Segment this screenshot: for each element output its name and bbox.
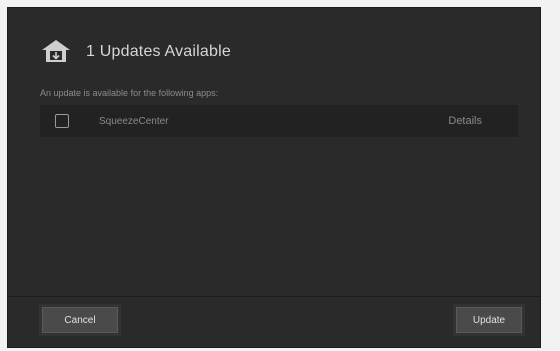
app-row: SqueezeCenter Details (40, 105, 518, 137)
update-button[interactable]: Update (456, 307, 522, 333)
app-name: SqueezeCenter (99, 115, 169, 127)
house-download-icon (40, 38, 72, 66)
dialog-title: 1 Updates Available (86, 43, 231, 60)
cancel-button[interactable]: Cancel (42, 307, 118, 333)
dialog-header: 1 Updates Available (40, 36, 231, 68)
dialog-footer: Cancel Update (8, 296, 540, 347)
dialog-subtitle: An update is available for the following… (40, 88, 219, 98)
details-link[interactable]: Details (448, 115, 482, 127)
app-checkbox[interactable] (55, 114, 69, 128)
updates-dialog: 1 Updates Available An update is availab… (8, 8, 540, 347)
